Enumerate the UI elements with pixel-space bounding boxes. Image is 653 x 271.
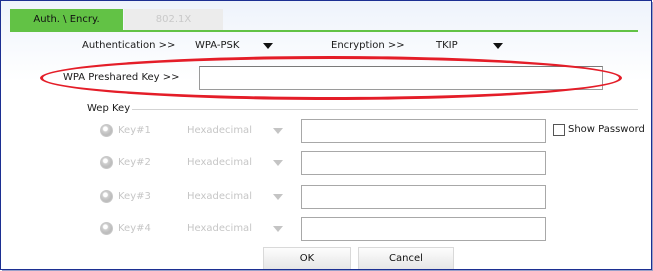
key1-radio[interactable] [100, 124, 113, 137]
highlight-oval [40, 56, 622, 100]
tab-underline [10, 30, 638, 32]
key4-label: Key#4 [118, 223, 151, 234]
show-password-label[interactable]: Show Password [568, 124, 645, 135]
authentication-label: Authentication >> [82, 40, 176, 51]
encryption-select[interactable]: TKIP [436, 40, 458, 51]
tab-8021x[interactable]: 802.1X [124, 9, 223, 30]
key4-input[interactable] [301, 217, 546, 241]
key3-radio[interactable] [100, 190, 113, 203]
key3-input[interactable] [301, 185, 546, 209]
key2-radio[interactable] [100, 156, 113, 169]
tab-auth-encry[interactable]: Auth. \ Encry. [10, 9, 123, 30]
authentication-dropdown-icon[interactable] [263, 43, 273, 49]
encryption-dropdown-icon[interactable] [493, 43, 503, 49]
key1-format-select[interactable]: Hexadecimal [187, 125, 252, 136]
key1-format-dropdown-icon[interactable] [273, 128, 283, 134]
key2-format-dropdown-icon[interactable] [273, 160, 283, 166]
ok-button[interactable]: OK [263, 247, 351, 269]
encryption-label: Encryption >> [331, 40, 405, 51]
key4-format-dropdown-icon[interactable] [273, 226, 283, 232]
wep-key-section-label: Wep Key [87, 103, 131, 114]
authentication-select[interactable]: WPA-PSK [195, 40, 239, 51]
key2-format-select[interactable]: Hexadecimal [187, 157, 252, 168]
wep-section-divider [132, 109, 638, 110]
key3-format-dropdown-icon[interactable] [273, 194, 283, 200]
key1-label: Key#1 [118, 125, 151, 136]
key2-input[interactable] [301, 151, 546, 175]
cancel-button[interactable]: Cancel [358, 247, 454, 269]
key1-input[interactable] [301, 119, 546, 143]
key3-label: Key#3 [118, 191, 151, 202]
show-password-checkbox[interactable] [553, 124, 565, 136]
key2-label: Key#2 [118, 157, 151, 168]
key4-format-select[interactable]: Hexadecimal [187, 223, 252, 234]
key4-radio[interactable] [100, 222, 113, 235]
key3-format-select[interactable]: Hexadecimal [187, 191, 252, 202]
